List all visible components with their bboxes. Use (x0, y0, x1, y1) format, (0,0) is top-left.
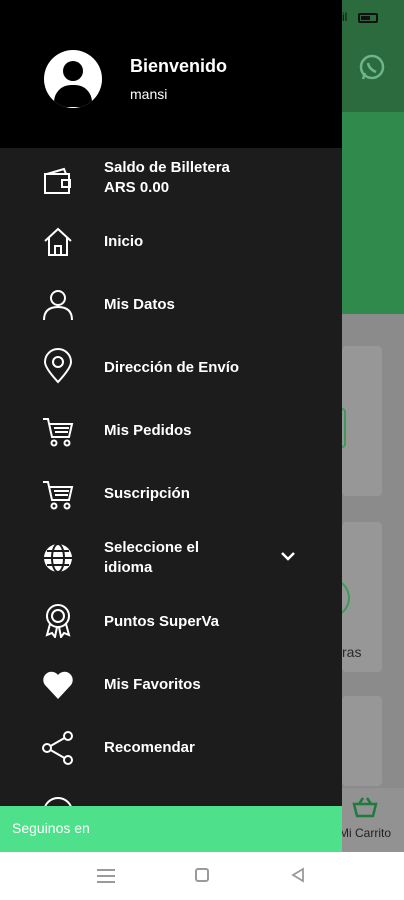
home-icon (38, 222, 78, 262)
menu-item-mis-datos[interactable]: Mis Datos (0, 275, 342, 335)
chevron-down-icon[interactable] (278, 546, 298, 566)
user-icon (38, 285, 78, 325)
menu-item-puntos-superva[interactable]: Puntos SuperVa (0, 592, 342, 652)
menu-item-label: Dirección de Envío (104, 359, 240, 376)
background-card (342, 346, 382, 496)
whatsapp-icon[interactable] (356, 52, 388, 84)
menu-item-label: Inicio (104, 233, 144, 250)
menu-item-suscripcion[interactable]: Suscripción (0, 464, 342, 524)
menu-item-label: Saldo de Billetera (104, 159, 230, 176)
home-button-icon[interactable] (195, 868, 209, 882)
avatar[interactable] (44, 50, 102, 108)
background-card (342, 696, 382, 786)
basket-icon[interactable] (352, 796, 378, 818)
globe-icon (38, 538, 78, 578)
award-badge-icon (38, 600, 78, 640)
location-pin-icon (38, 346, 78, 386)
cart-icon (38, 474, 78, 514)
menu-item-mis-favoritos[interactable]: Mis Favoritos (0, 655, 342, 715)
background-text: ras (342, 644, 362, 660)
battery-icon (358, 13, 378, 23)
menu-item-label: Mis Favoritos (104, 676, 201, 693)
heart-icon (38, 665, 78, 705)
wallet-icon (38, 162, 78, 202)
menu-item-mis-pedidos[interactable]: Mis Pedidos (0, 401, 342, 461)
follow-us-label: Seguinos en (12, 820, 90, 836)
recent-apps-icon[interactable] (97, 869, 115, 883)
username: mansi (130, 86, 168, 102)
share-icon (38, 728, 78, 768)
menu-item-recomendar[interactable]: Recomendar (0, 718, 342, 778)
follow-us-bar[interactable]: Seguinos en (0, 806, 342, 852)
menu-item-label: Recomendar (104, 739, 195, 756)
system-navigation-bar (0, 852, 404, 900)
menu-item-inicio[interactable]: Inicio (0, 212, 342, 272)
status-bar-fragment: il (342, 10, 348, 24)
menu-item-direccion-envio[interactable]: Dirección de Envío (0, 338, 342, 398)
menu-item-label: Mis Pedidos (104, 422, 192, 439)
menu-item-wallet[interactable]: Saldo de Billetera ARS 0.00 (0, 156, 342, 216)
welcome-title: Bienvenido (130, 56, 228, 76)
drawer-header: Bienvenido mansi (0, 0, 342, 148)
menu-item-label: Puntos SuperVa (104, 613, 220, 630)
menu-item-label: Suscripción (104, 485, 190, 502)
cart-icon (38, 411, 78, 451)
menu-item-label: Mis Datos (104, 296, 175, 313)
back-icon[interactable] (290, 867, 306, 883)
menu-item-label: Seleccione el (104, 539, 200, 556)
menu-item-label-line2: idioma (104, 559, 153, 576)
navigation-drawer: Bienvenido mansi Saldo de Billetera ARS … (0, 0, 342, 852)
cart-tab-label[interactable]: Mi Carrito (339, 826, 391, 840)
wallet-balance: ARS 0.00 (104, 179, 170, 196)
